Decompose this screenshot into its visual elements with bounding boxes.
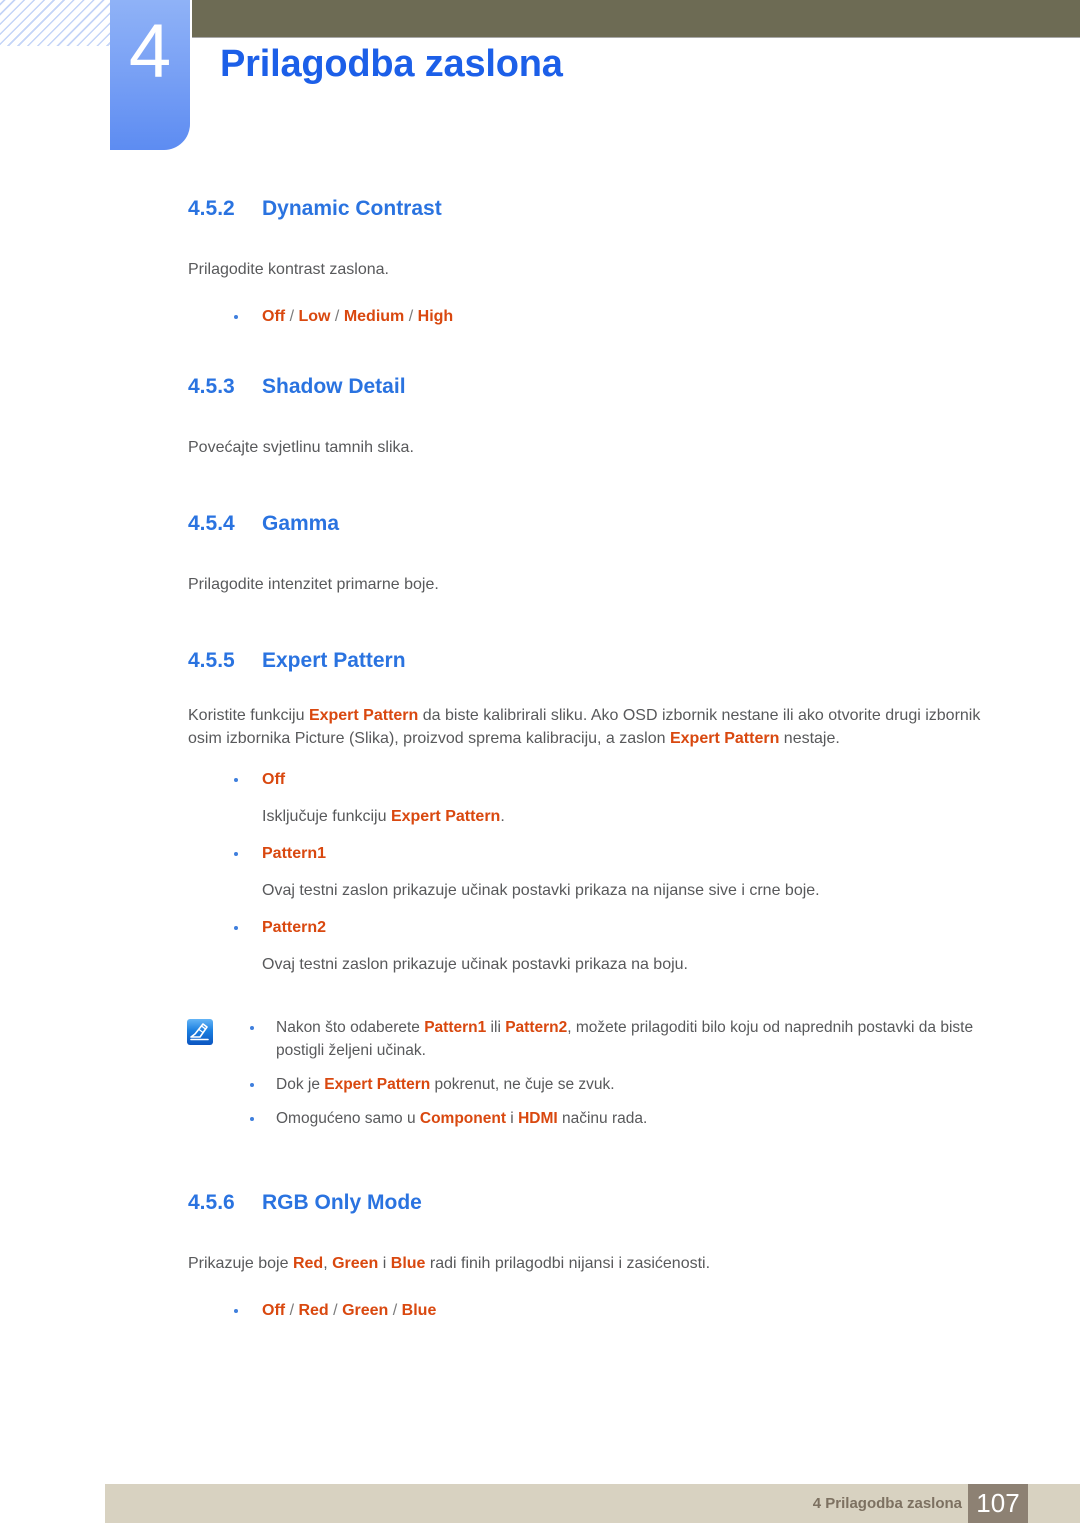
list-item: Off bbox=[188, 768, 988, 791]
option-low: Low bbox=[298, 308, 331, 325]
section-heading-456: 4.5.6 RGB Only Mode bbox=[188, 1190, 988, 1216]
header-olive-bar bbox=[192, 0, 1080, 38]
separator: / bbox=[408, 308, 414, 325]
section-body-454: Prilagodite intenzitet primarne boje. bbox=[188, 576, 439, 593]
intro-text: , bbox=[323, 1255, 333, 1272]
section-heading-455: 4.5.5 Expert Pattern bbox=[188, 648, 988, 674]
section-number: 4.5.6 bbox=[188, 1191, 235, 1214]
section-title: Shadow Detail bbox=[262, 375, 406, 398]
highlight-pattern2: Pattern2 bbox=[505, 1019, 568, 1036]
option-off: Off bbox=[262, 308, 286, 325]
highlight-expert-pattern: Expert Pattern bbox=[308, 707, 419, 724]
page-number: 107 bbox=[968, 1484, 1028, 1523]
corner-hatch-pattern bbox=[0, 0, 118, 46]
expert-pattern-options: Off bbox=[188, 768, 988, 791]
section-number: 4.5.5 bbox=[188, 649, 235, 672]
option-medium: Medium bbox=[343, 308, 405, 325]
separator: / bbox=[334, 308, 340, 325]
list-item: Nakon što odaberete Pattern1 ili Pattern… bbox=[188, 1016, 988, 1062]
highlight-expert-pattern: Expert Pattern bbox=[390, 808, 501, 825]
section-title: Expert Pattern bbox=[262, 649, 406, 672]
option-description-off: Isključuje funkciju Expert Pattern. bbox=[188, 805, 988, 828]
section-body-452: Prilagodite kontrast zaslona. bbox=[188, 261, 389, 278]
section-heading-454: 4.5.4 Gamma bbox=[188, 511, 988, 537]
separator: / bbox=[289, 1302, 295, 1319]
option-description-pattern1: Ovaj testni zaslon prikazuje učinak post… bbox=[262, 882, 820, 899]
desc-text: . bbox=[500, 808, 505, 825]
intro-text: i bbox=[378, 1255, 391, 1272]
section-intro-456: Prikazuje boje Red, Green i Blue radi fi… bbox=[188, 1252, 988, 1275]
chapter-title: Prilagodba zaslona bbox=[220, 43, 563, 85]
separator: / bbox=[333, 1302, 338, 1319]
option-pattern2: Pattern2 bbox=[262, 919, 327, 936]
note-text: ili bbox=[486, 1019, 506, 1036]
section-title: Dynamic Contrast bbox=[262, 197, 442, 220]
option-description-pattern2: Ovaj testni zaslon prikazuje učinak post… bbox=[262, 956, 688, 973]
chapter-number: 4 bbox=[128, 9, 172, 94]
note-text: Dok je bbox=[276, 1076, 325, 1093]
note-block: Nakon što odaberete Pattern1 ili Pattern… bbox=[187, 1016, 988, 1130]
document-content: 4.5.2 Dynamic Contrast Prilagodite kontra… bbox=[187, 196, 988, 1322]
chapter-number-tab: 4 bbox=[110, 0, 190, 150]
list-item: Off / Low / Medium / High bbox=[188, 305, 988, 328]
option-off: Off bbox=[262, 1302, 286, 1319]
note-text: pokrenut, ne čuje se zvuk. bbox=[430, 1076, 615, 1093]
list-item: Dok je Expert Pattern pokrenut, ne čuje … bbox=[188, 1073, 988, 1096]
section-title: Gamma bbox=[262, 512, 340, 535]
separator: / bbox=[392, 1302, 398, 1319]
highlight-expert-pattern: Expert Pattern bbox=[669, 730, 780, 747]
section-heading-452: 4.5.2 Dynamic Contrast bbox=[188, 196, 988, 222]
section-number: 4.5.2 bbox=[188, 197, 235, 220]
list-item: Pattern2 bbox=[188, 916, 988, 939]
option-red: Red bbox=[298, 1302, 329, 1319]
highlight-component: Component bbox=[419, 1110, 506, 1127]
separator: / bbox=[289, 308, 295, 325]
list-item: Omogućeno samo u Component i HDMI načinu… bbox=[188, 1107, 988, 1130]
intro-text: Prikazuje boje bbox=[188, 1255, 293, 1272]
expert-pattern-options: Pattern1 bbox=[188, 842, 988, 865]
highlight-pattern1: Pattern1 bbox=[424, 1019, 487, 1036]
option-off: Off bbox=[262, 771, 286, 788]
note-text: načinu rada. bbox=[557, 1110, 648, 1127]
note-text: Omogućeno samo u bbox=[276, 1110, 420, 1127]
options-list-452: Off / Low / Medium / High bbox=[188, 305, 988, 328]
section-title: RGB Only Mode bbox=[262, 1191, 422, 1214]
highlight-hdmi: HDMI bbox=[518, 1110, 558, 1127]
note-text: Nakon što odaberete bbox=[276, 1019, 425, 1036]
highlight-red: Red bbox=[292, 1255, 324, 1272]
highlight-expert-pattern: Expert Pattern bbox=[324, 1076, 431, 1093]
intro-text: radi finih prilagodbi nijansi i zasićeno… bbox=[425, 1255, 711, 1272]
section-number: 4.5.3 bbox=[188, 375, 235, 398]
list-item: Pattern1 bbox=[188, 842, 988, 865]
expert-pattern-options: Pattern2 bbox=[188, 916, 988, 939]
footer-chapter-label: 4 Prilagodba zaslona bbox=[812, 1495, 962, 1512]
options-list-456: Off / Red / Green / Blue bbox=[188, 1299, 988, 1322]
section-body-453: Povećajte svjetlinu tamnih slika. bbox=[188, 439, 414, 456]
note-list: Nakon što odaberete Pattern1 ili Pattern… bbox=[188, 1016, 988, 1130]
highlight-green: Green bbox=[332, 1255, 379, 1272]
option-high: High bbox=[417, 308, 454, 325]
option-green: Green bbox=[342, 1302, 389, 1319]
note-text: i bbox=[506, 1110, 519, 1127]
section-heading-453: 4.5.3 Shadow Detail bbox=[188, 374, 988, 400]
highlight-blue: Blue bbox=[390, 1255, 426, 1272]
list-item: Off / Red / Green / Blue bbox=[188, 1299, 988, 1322]
page-footer: 4 Prilagodba zaslona 107 bbox=[105, 1484, 1080, 1523]
section-number: 4.5.4 bbox=[188, 512, 235, 535]
intro-text: nestaje. bbox=[779, 730, 840, 747]
option-blue: Blue bbox=[401, 1302, 437, 1319]
option-pattern1: Pattern1 bbox=[262, 845, 327, 862]
intro-text: Koristite funkciju bbox=[188, 707, 309, 724]
section-intro-455: Koristite funkciju Expert Pattern da bis… bbox=[188, 704, 988, 750]
desc-text: Isključuje funkciju bbox=[262, 808, 391, 825]
